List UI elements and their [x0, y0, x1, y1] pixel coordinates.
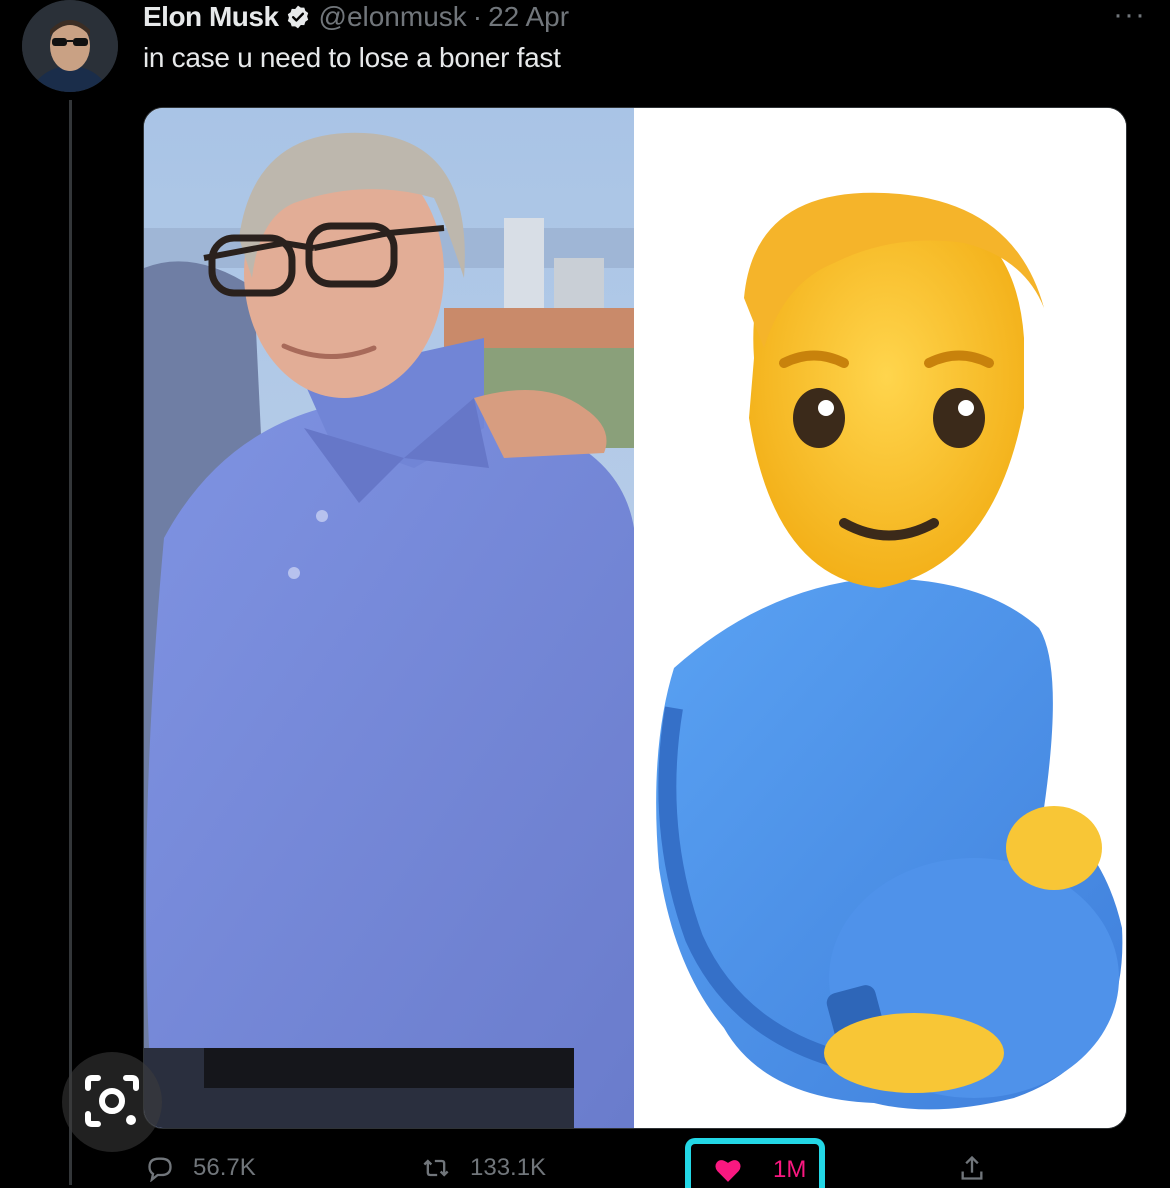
reply-icon: [148, 1157, 172, 1182]
like-count: 1M: [773, 1156, 807, 1183]
more-options-icon[interactable]: ···: [1113, 0, 1146, 30]
google-lens-icon[interactable]: [62, 1052, 162, 1152]
tweet-header: Elon Musk @elonmusk · 22 Apr: [143, 0, 569, 34]
like-button[interactable]: 1M: [685, 1138, 825, 1188]
author-handle[interactable]: @elonmusk: [319, 1, 467, 33]
avatar[interactable]: [22, 0, 118, 92]
tweet-media[interactable]: [143, 107, 1127, 1129]
reply-count: 56.7K: [193, 1154, 256, 1181]
pregnant-man-emoji: [634, 108, 1126, 1128]
thread-line: [69, 100, 72, 1185]
retweet-icon: [423, 1159, 449, 1177]
heart-icon: [715, 1160, 741, 1182]
retweet-button[interactable]: 133.1K: [420, 1154, 546, 1182]
reply-button[interactable]: 56.7K: [145, 1154, 256, 1182]
verified-badge-icon: [285, 4, 311, 30]
tweet-date[interactable]: 22 Apr: [488, 1, 569, 33]
separator-dot: ·: [472, 1, 483, 32]
author-name[interactable]: Elon Musk: [143, 1, 279, 33]
retweet-count: 133.1K: [470, 1154, 547, 1181]
tweet-text: in case u need to lose a boner fast: [143, 42, 561, 73]
share-icon: [961, 1155, 983, 1180]
share-button[interactable]: [958, 1154, 986, 1182]
tweet-actions: 56.7K 133.1K 1M: [0, 1138, 1170, 1188]
photo-man-in-blue-polo: [144, 108, 634, 1128]
